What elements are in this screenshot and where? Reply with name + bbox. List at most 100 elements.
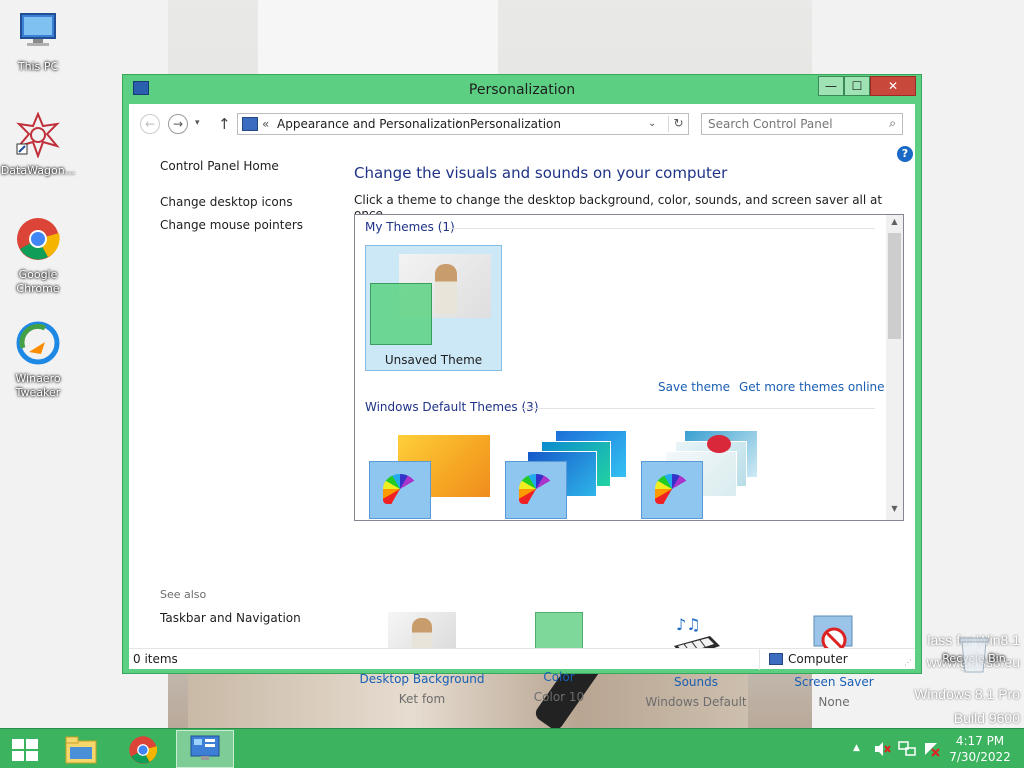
flower-shape — [707, 435, 731, 453]
theme-windows[interactable] — [365, 423, 502, 520]
breadcrumb-appearance[interactable]: Appearance and Personalization — [277, 117, 470, 131]
close-icon: ✕ — [887, 79, 899, 93]
chrome-icon — [17, 218, 60, 260]
setting-value: Windows Default — [645, 695, 747, 709]
default-themes-header[interactable]: Windows Default Themes (3) — [365, 400, 539, 414]
personalization-window: Personalization — ☐ ✕ ← → ▾ ↑ « Appearan… — [122, 74, 922, 709]
control-panel-home-link[interactable]: Control Panel Home — [160, 159, 279, 173]
window-client: ← → ▾ ↑ « Appearance and Personalization… — [129, 104, 915, 709]
breadcrumb-overflow[interactable]: « — [262, 117, 269, 131]
color-palette-icon — [369, 461, 431, 519]
svg-text:♪♫: ♪♫ — [676, 615, 701, 634]
see-also-label: See also — [160, 588, 207, 601]
search-input[interactable] — [708, 115, 878, 133]
minimize-button[interactable]: — — [818, 76, 844, 96]
setting-title[interactable]: Sounds — [621, 675, 771, 689]
control-panel-icon — [190, 735, 220, 760]
save-theme-link[interactable]: Save theme — [658, 380, 730, 394]
desktop-icon-recycle-bin[interactable]: Recycle Bin — [936, 634, 1012, 673]
theme-unsaved[interactable]: Unsaved Theme — [365, 245, 502, 371]
taskbar-navigation-link[interactable]: Taskbar and Navigation — [160, 611, 301, 625]
control-panel-icon — [242, 117, 258, 131]
winaero-tweaker-icon — [16, 321, 60, 365]
group-divider — [521, 408, 875, 409]
desktop-icon-label: Google Chrome — [16, 268, 60, 295]
address-bar[interactable]: « Appearance and Personalization › Perso… — [237, 113, 689, 135]
maximize-button[interactable]: ☐ — [844, 76, 870, 96]
desktop-icon-chrome[interactable]: Google Chrome — [0, 216, 76, 296]
color-palette-icon — [641, 461, 703, 519]
computer-icon — [20, 13, 56, 46]
desktop-icon-this-pc[interactable]: This PC — [0, 8, 76, 74]
setting-value: Color 10 — [533, 690, 585, 704]
maximize-icon: ☐ — [851, 79, 863, 93]
desktop-icon-label: Winaero Tweaker — [15, 372, 61, 399]
change-desktop-icons-link[interactable]: Change desktop icons — [160, 195, 293, 209]
theme-flowers[interactable] — [637, 423, 774, 520]
clock-time: 4:17 PM — [955, 734, 1005, 748]
address-dropdown-icon[interactable]: ⌄ — [648, 118, 656, 129]
page-heading: Change the visuals and sounds on your co… — [354, 164, 728, 182]
taskbar-file-explorer[interactable] — [52, 730, 110, 768]
breadcrumb-personalization[interactable]: Personalization — [470, 117, 561, 131]
clock-date: 7/30/2022 — [949, 750, 1011, 764]
show-hidden-icons-button[interactable]: ▲ — [853, 743, 860, 753]
setting-value: Ket fom — [398, 692, 446, 706]
taskbar-control-panel[interactable] — [176, 730, 234, 768]
theme-list-scrollbar[interactable]: ▲ ▼ — [886, 215, 903, 520]
title-bar[interactable]: Personalization — ☐ ✕ — [123, 75, 921, 103]
watermark-line: Build 9600 — [953, 710, 1020, 726]
scroll-down-arrow-icon[interactable]: ▼ — [886, 504, 903, 513]
recycle-bin-icon — [959, 637, 989, 673]
setting-title[interactable]: Screen Saver — [759, 675, 909, 689]
status-location: Computer — [788, 652, 848, 666]
change-mouse-pointers-link[interactable]: Change mouse pointers — [160, 218, 303, 232]
resize-grip-icon[interactable]: ⋰ — [904, 658, 912, 667]
desktop-icon-label: DataWagon... — [0, 164, 76, 177]
scrollbar-thumb[interactable] — [888, 233, 901, 339]
chrome-icon — [129, 736, 158, 764]
watermark-line: Windows 8.1 Pro — [914, 686, 1020, 702]
datawagon-icon — [16, 111, 60, 159]
get-more-themes-link[interactable]: Get more themes online — [739, 380, 885, 394]
theme-color-swatch — [370, 283, 432, 345]
desktop-icon-winaero[interactable]: Winaero Tweaker — [0, 320, 76, 400]
setting-title[interactable]: Desktop Background — [347, 672, 497, 686]
desktop-icon-datawagon[interactable]: DataWagon... — [0, 111, 76, 178]
taskbar-chrome[interactable] — [114, 730, 172, 768]
up-button[interactable]: ↑ — [218, 115, 231, 133]
clock[interactable]: 4:17 PM 7/30/2022 — [948, 733, 1012, 765]
color-palette-icon — [505, 461, 567, 519]
speaker-muted-icon[interactable] — [873, 741, 891, 757]
recent-locations-dropdown[interactable]: ▾ — [195, 118, 200, 128]
navigation-bar: ← → ▾ ↑ « Appearance and Personalization… — [129, 104, 915, 142]
help-icon[interactable]: ? — [897, 146, 913, 162]
status-divider — [759, 649, 760, 670]
setting-value: None — [818, 695, 850, 709]
theme-list: My Themes (1) Unsaved Theme Save theme G… — [354, 214, 904, 521]
setting-title[interactable]: Color — [484, 670, 634, 684]
left-navigation-pane: Control Panel Home Change desktop icons … — [129, 142, 339, 662]
computer-icon — [769, 653, 783, 665]
theme-lines-and-colors[interactable] — [501, 423, 638, 520]
breadcrumb-separator-icon[interactable]: › — [456, 117, 460, 128]
refresh-button[interactable]: ↻ — [668, 116, 688, 132]
minimize-icon: — — [825, 79, 837, 93]
search-icon[interactable]: ⌕ — [889, 116, 896, 131]
start-button[interactable] — [12, 739, 38, 761]
back-button[interactable]: ← — [140, 114, 160, 134]
action-center-icon[interactable] — [923, 741, 941, 757]
scroll-up-arrow-icon[interactable]: ▲ — [886, 217, 903, 226]
theme-label: Unsaved Theme — [384, 353, 483, 367]
my-themes-header[interactable]: My Themes (1) — [365, 220, 455, 234]
taskbar: ▲ 4:17 PM 7/30/2022 — [0, 728, 1024, 768]
group-divider — [447, 228, 875, 229]
status-bar: 0 items Computer ⋰ — [129, 648, 915, 670]
close-button[interactable]: ✕ — [870, 76, 916, 96]
item-count: 0 items — [133, 652, 178, 666]
window-title: Personalization — [468, 82, 576, 98]
forward-button[interactable]: → — [168, 114, 188, 134]
search-box[interactable]: ⌕ — [701, 113, 903, 135]
person-figure — [435, 264, 457, 314]
network-icon[interactable] — [898, 741, 916, 757]
